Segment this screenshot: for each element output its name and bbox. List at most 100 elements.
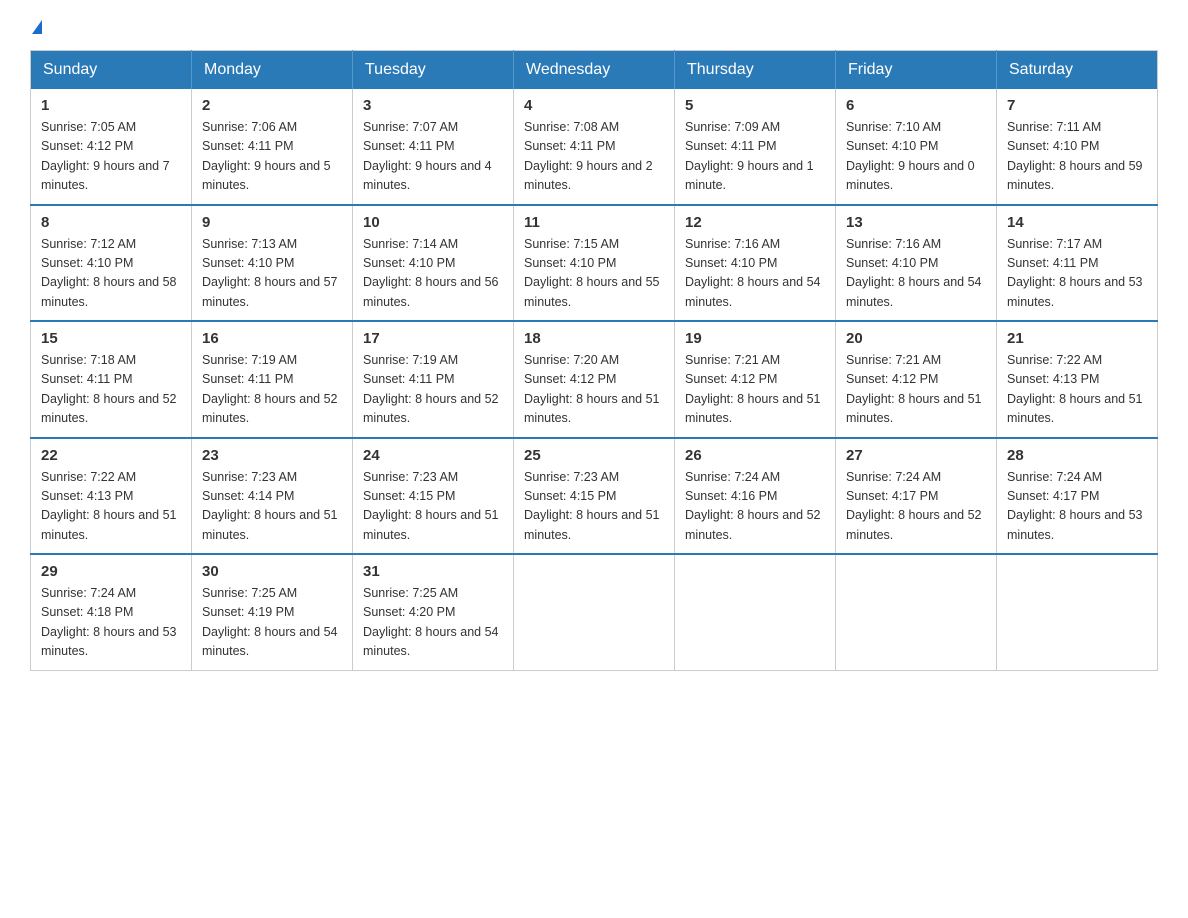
day-info: Sunrise: 7:24 AMSunset: 4:18 PMDaylight:… bbox=[41, 586, 177, 658]
calendar-day-cell: 25 Sunrise: 7:23 AMSunset: 4:15 PMDaylig… bbox=[514, 438, 675, 555]
header-sunday: Sunday bbox=[31, 51, 192, 90]
day-number: 23 bbox=[202, 447, 342, 464]
day-number: 3 bbox=[363, 97, 503, 114]
day-number: 27 bbox=[846, 447, 986, 464]
calendar-day-cell: 9 Sunrise: 7:13 AMSunset: 4:10 PMDayligh… bbox=[192, 205, 353, 322]
day-info: Sunrise: 7:13 AMSunset: 4:10 PMDaylight:… bbox=[202, 237, 338, 309]
day-info: Sunrise: 7:24 AMSunset: 4:17 PMDaylight:… bbox=[1007, 470, 1143, 542]
calendar-day-cell: 31 Sunrise: 7:25 AMSunset: 4:20 PMDaylig… bbox=[353, 554, 514, 670]
day-number: 8 bbox=[41, 214, 181, 231]
day-info: Sunrise: 7:23 AMSunset: 4:15 PMDaylight:… bbox=[524, 470, 660, 542]
header-thursday: Thursday bbox=[675, 51, 836, 90]
calendar-day-cell: 14 Sunrise: 7:17 AMSunset: 4:11 PMDaylig… bbox=[997, 205, 1158, 322]
calendar-day-cell: 10 Sunrise: 7:14 AMSunset: 4:10 PMDaylig… bbox=[353, 205, 514, 322]
day-number: 29 bbox=[41, 563, 181, 580]
day-number: 16 bbox=[202, 330, 342, 347]
calendar-day-cell bbox=[675, 554, 836, 670]
day-number: 7 bbox=[1007, 97, 1147, 114]
day-info: Sunrise: 7:25 AMSunset: 4:20 PMDaylight:… bbox=[363, 586, 499, 658]
day-info: Sunrise: 7:16 AMSunset: 4:10 PMDaylight:… bbox=[846, 237, 982, 309]
day-info: Sunrise: 7:09 AMSunset: 4:11 PMDaylight:… bbox=[685, 120, 814, 192]
day-info: Sunrise: 7:24 AMSunset: 4:16 PMDaylight:… bbox=[685, 470, 821, 542]
page-header bbox=[30, 20, 1158, 34]
calendar-day-cell: 13 Sunrise: 7:16 AMSunset: 4:10 PMDaylig… bbox=[836, 205, 997, 322]
calendar-day-cell: 20 Sunrise: 7:21 AMSunset: 4:12 PMDaylig… bbox=[836, 321, 997, 438]
day-info: Sunrise: 7:23 AMSunset: 4:15 PMDaylight:… bbox=[363, 470, 499, 542]
day-info: Sunrise: 7:08 AMSunset: 4:11 PMDaylight:… bbox=[524, 120, 653, 192]
day-info: Sunrise: 7:25 AMSunset: 4:19 PMDaylight:… bbox=[202, 586, 338, 658]
day-info: Sunrise: 7:22 AMSunset: 4:13 PMDaylight:… bbox=[41, 470, 177, 542]
day-info: Sunrise: 7:21 AMSunset: 4:12 PMDaylight:… bbox=[685, 353, 821, 425]
day-info: Sunrise: 7:14 AMSunset: 4:10 PMDaylight:… bbox=[363, 237, 499, 309]
day-info: Sunrise: 7:20 AMSunset: 4:12 PMDaylight:… bbox=[524, 353, 660, 425]
day-number: 28 bbox=[1007, 447, 1147, 464]
day-number: 10 bbox=[363, 214, 503, 231]
calendar-day-cell: 15 Sunrise: 7:18 AMSunset: 4:11 PMDaylig… bbox=[31, 321, 192, 438]
day-info: Sunrise: 7:12 AMSunset: 4:10 PMDaylight:… bbox=[41, 237, 177, 309]
calendar-day-cell: 17 Sunrise: 7:19 AMSunset: 4:11 PMDaylig… bbox=[353, 321, 514, 438]
calendar-day-cell: 26 Sunrise: 7:24 AMSunset: 4:16 PMDaylig… bbox=[675, 438, 836, 555]
calendar-day-cell bbox=[836, 554, 997, 670]
day-number: 12 bbox=[685, 214, 825, 231]
day-info: Sunrise: 7:15 AMSunset: 4:10 PMDaylight:… bbox=[524, 237, 660, 309]
calendar-table: SundayMondayTuesdayWednesdayThursdayFrid… bbox=[30, 50, 1158, 671]
calendar-day-cell: 11 Sunrise: 7:15 AMSunset: 4:10 PMDaylig… bbox=[514, 205, 675, 322]
calendar-day-cell bbox=[514, 554, 675, 670]
day-number: 18 bbox=[524, 330, 664, 347]
calendar-day-cell: 2 Sunrise: 7:06 AMSunset: 4:11 PMDayligh… bbox=[192, 89, 353, 205]
calendar-day-cell: 22 Sunrise: 7:22 AMSunset: 4:13 PMDaylig… bbox=[31, 438, 192, 555]
calendar-week-row: 15 Sunrise: 7:18 AMSunset: 4:11 PMDaylig… bbox=[31, 321, 1158, 438]
day-info: Sunrise: 7:16 AMSunset: 4:10 PMDaylight:… bbox=[685, 237, 821, 309]
calendar-day-cell: 29 Sunrise: 7:24 AMSunset: 4:18 PMDaylig… bbox=[31, 554, 192, 670]
day-number: 1 bbox=[41, 97, 181, 114]
day-number: 31 bbox=[363, 563, 503, 580]
day-info: Sunrise: 7:06 AMSunset: 4:11 PMDaylight:… bbox=[202, 120, 331, 192]
calendar-day-cell: 4 Sunrise: 7:08 AMSunset: 4:11 PMDayligh… bbox=[514, 89, 675, 205]
day-info: Sunrise: 7:19 AMSunset: 4:11 PMDaylight:… bbox=[363, 353, 499, 425]
day-number: 14 bbox=[1007, 214, 1147, 231]
day-number: 21 bbox=[1007, 330, 1147, 347]
day-info: Sunrise: 7:21 AMSunset: 4:12 PMDaylight:… bbox=[846, 353, 982, 425]
header-tuesday: Tuesday bbox=[353, 51, 514, 90]
header-monday: Monday bbox=[192, 51, 353, 90]
day-number: 11 bbox=[524, 214, 664, 231]
calendar-week-row: 29 Sunrise: 7:24 AMSunset: 4:18 PMDaylig… bbox=[31, 554, 1158, 670]
day-info: Sunrise: 7:07 AMSunset: 4:11 PMDaylight:… bbox=[363, 120, 492, 192]
day-info: Sunrise: 7:17 AMSunset: 4:11 PMDaylight:… bbox=[1007, 237, 1143, 309]
calendar-day-cell: 27 Sunrise: 7:24 AMSunset: 4:17 PMDaylig… bbox=[836, 438, 997, 555]
header-saturday: Saturday bbox=[997, 51, 1158, 90]
calendar-day-cell: 18 Sunrise: 7:20 AMSunset: 4:12 PMDaylig… bbox=[514, 321, 675, 438]
day-number: 6 bbox=[846, 97, 986, 114]
day-info: Sunrise: 7:22 AMSunset: 4:13 PMDaylight:… bbox=[1007, 353, 1143, 425]
calendar-day-cell: 7 Sunrise: 7:11 AMSunset: 4:10 PMDayligh… bbox=[997, 89, 1158, 205]
day-number: 5 bbox=[685, 97, 825, 114]
day-info: Sunrise: 7:24 AMSunset: 4:17 PMDaylight:… bbox=[846, 470, 982, 542]
day-number: 30 bbox=[202, 563, 342, 580]
day-info: Sunrise: 7:23 AMSunset: 4:14 PMDaylight:… bbox=[202, 470, 338, 542]
calendar-day-cell: 5 Sunrise: 7:09 AMSunset: 4:11 PMDayligh… bbox=[675, 89, 836, 205]
day-number: 26 bbox=[685, 447, 825, 464]
day-number: 17 bbox=[363, 330, 503, 347]
day-info: Sunrise: 7:19 AMSunset: 4:11 PMDaylight:… bbox=[202, 353, 338, 425]
calendar-day-cell: 3 Sunrise: 7:07 AMSunset: 4:11 PMDayligh… bbox=[353, 89, 514, 205]
day-info: Sunrise: 7:10 AMSunset: 4:10 PMDaylight:… bbox=[846, 120, 975, 192]
day-number: 9 bbox=[202, 214, 342, 231]
day-number: 15 bbox=[41, 330, 181, 347]
day-number: 22 bbox=[41, 447, 181, 464]
calendar-day-cell: 23 Sunrise: 7:23 AMSunset: 4:14 PMDaylig… bbox=[192, 438, 353, 555]
logo-triangle-icon bbox=[32, 20, 42, 34]
day-number: 25 bbox=[524, 447, 664, 464]
calendar-day-cell: 12 Sunrise: 7:16 AMSunset: 4:10 PMDaylig… bbox=[675, 205, 836, 322]
logo bbox=[30, 20, 42, 34]
calendar-day-cell: 21 Sunrise: 7:22 AMSunset: 4:13 PMDaylig… bbox=[997, 321, 1158, 438]
header-friday: Friday bbox=[836, 51, 997, 90]
calendar-header-row: SundayMondayTuesdayWednesdayThursdayFrid… bbox=[31, 51, 1158, 90]
header-wednesday: Wednesday bbox=[514, 51, 675, 90]
day-number: 13 bbox=[846, 214, 986, 231]
day-number: 19 bbox=[685, 330, 825, 347]
day-info: Sunrise: 7:05 AMSunset: 4:12 PMDaylight:… bbox=[41, 120, 170, 192]
calendar-day-cell: 24 Sunrise: 7:23 AMSunset: 4:15 PMDaylig… bbox=[353, 438, 514, 555]
calendar-day-cell: 16 Sunrise: 7:19 AMSunset: 4:11 PMDaylig… bbox=[192, 321, 353, 438]
day-info: Sunrise: 7:18 AMSunset: 4:11 PMDaylight:… bbox=[41, 353, 177, 425]
calendar-day-cell: 30 Sunrise: 7:25 AMSunset: 4:19 PMDaylig… bbox=[192, 554, 353, 670]
